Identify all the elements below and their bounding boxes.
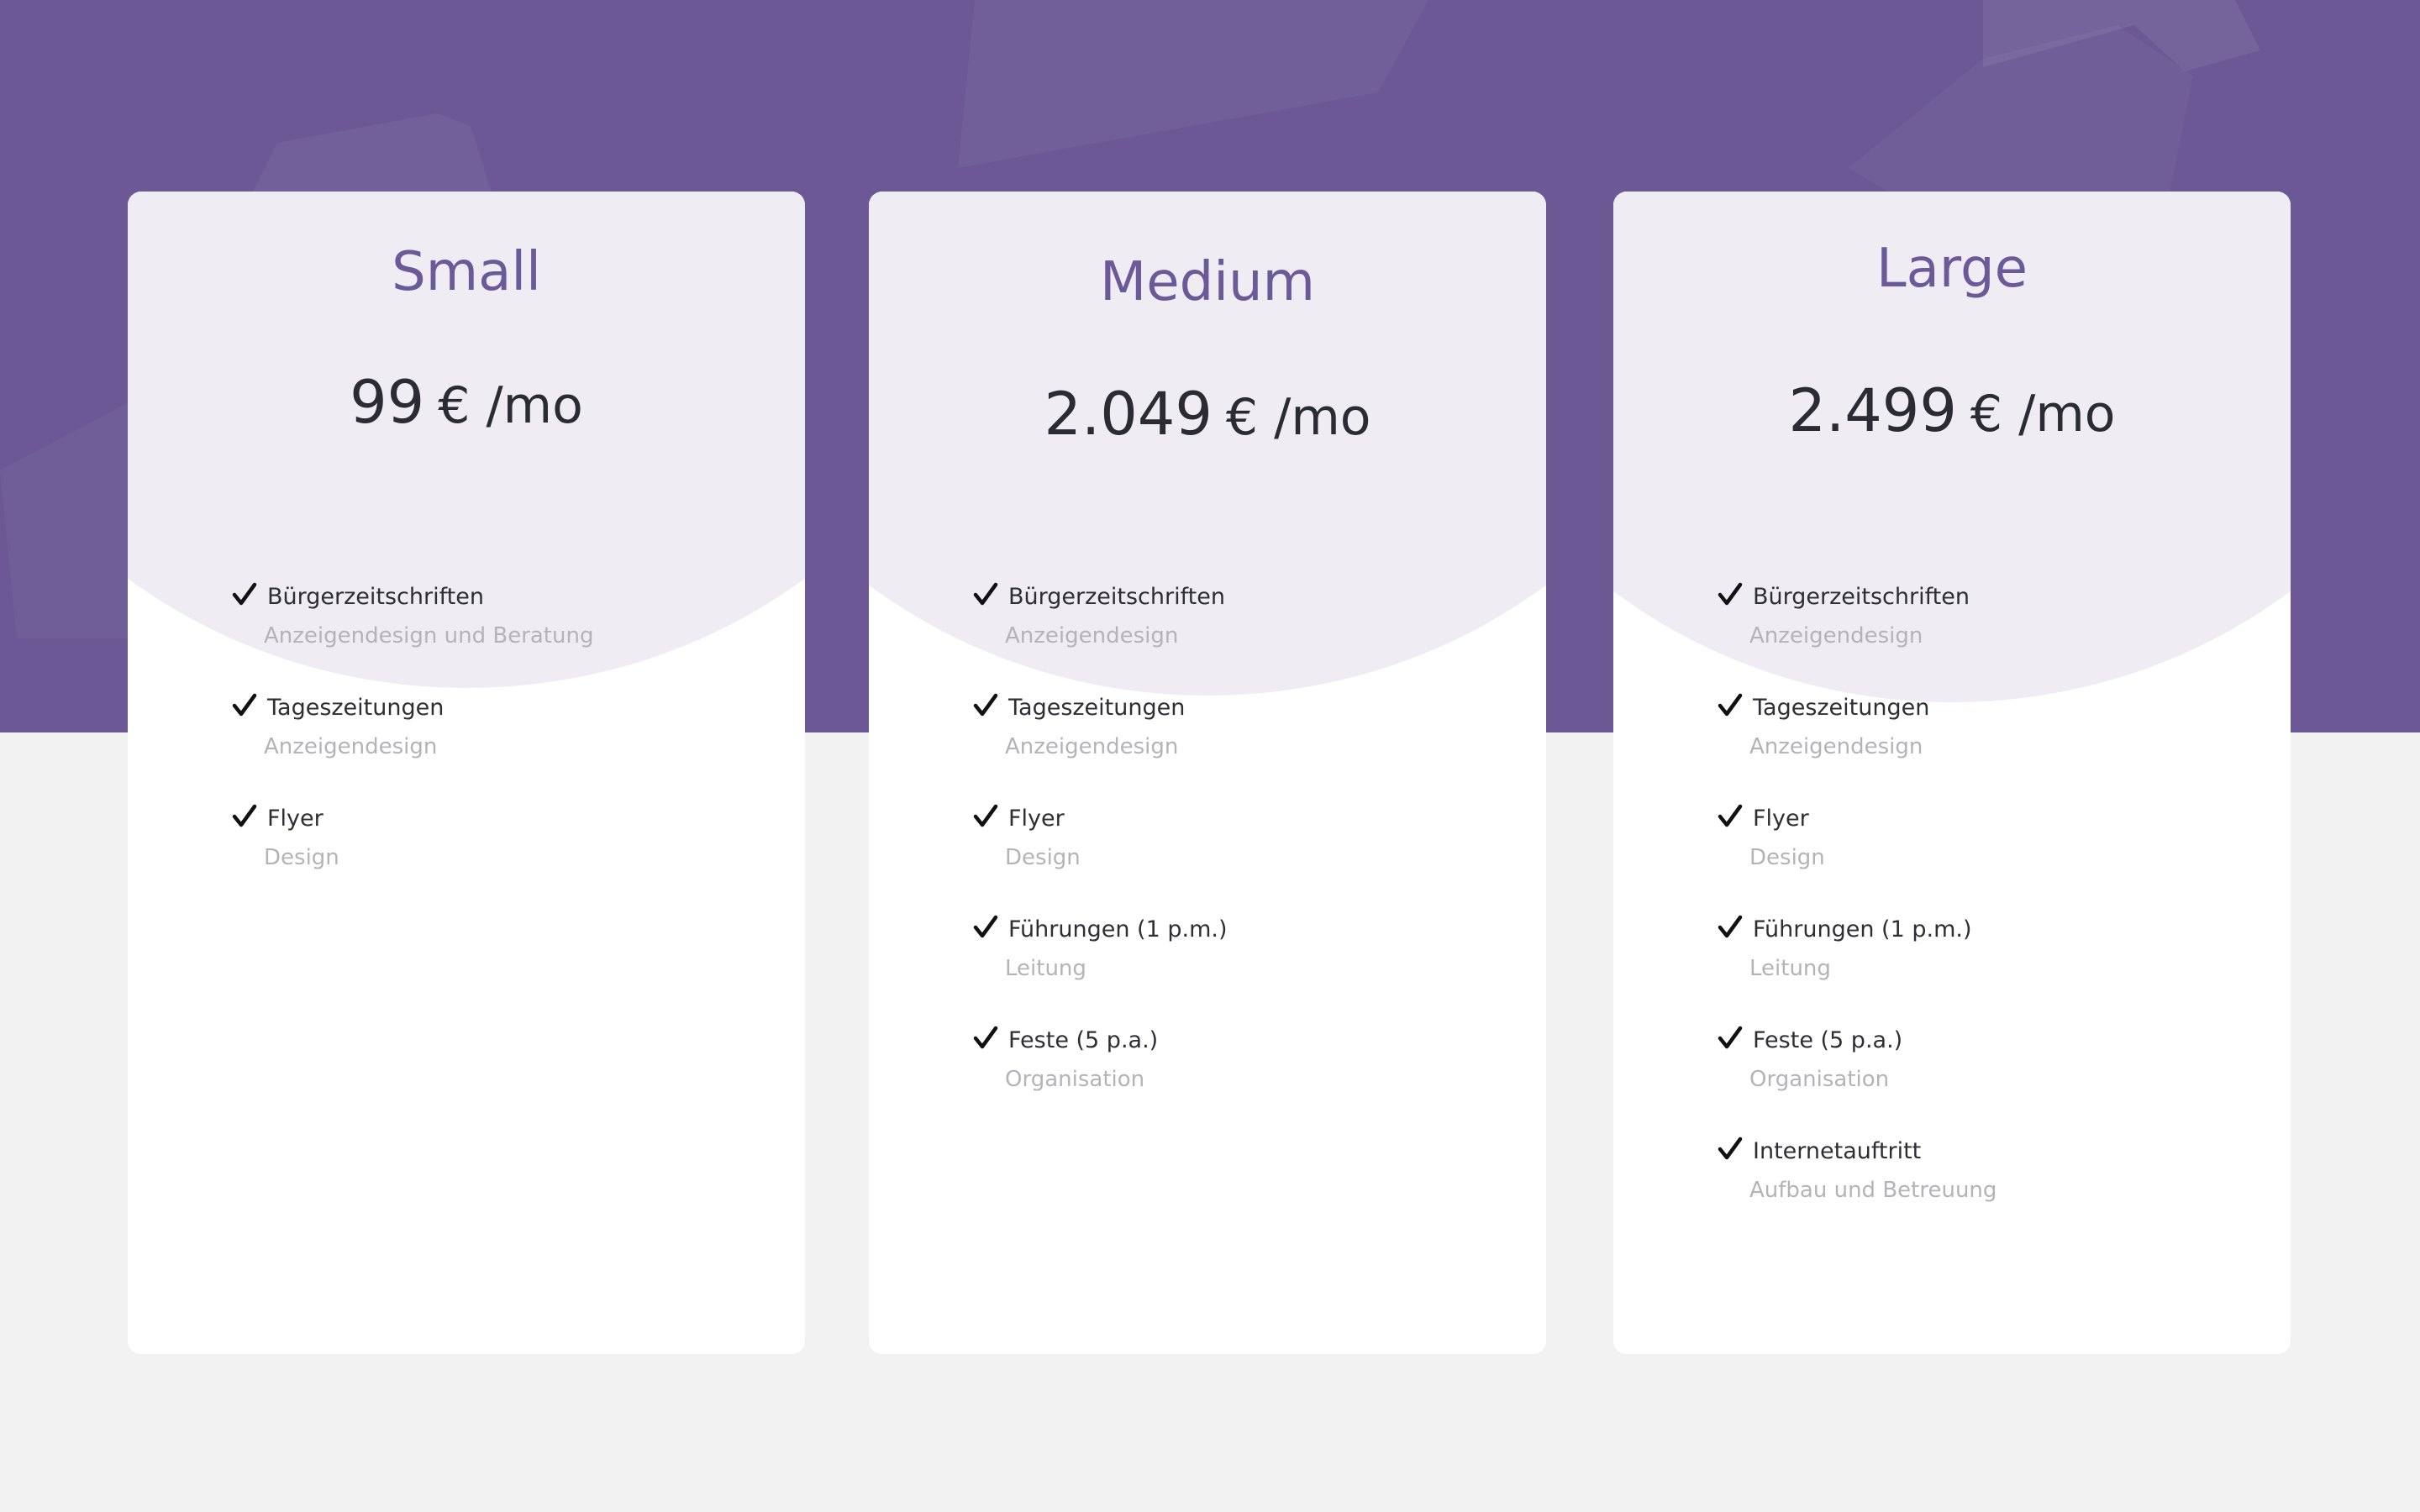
- feature-title: Feste (5 p.a.): [1753, 1027, 1903, 1053]
- check-icon: [973, 1026, 998, 1049]
- check-icon: [1718, 693, 1743, 717]
- price-amount: 2.049: [1044, 380, 1213, 449]
- price-unit: € /mo: [1970, 385, 2116, 444]
- feature-title: Tageszeitungen: [1753, 695, 1930, 721]
- plan-price: 2.499 € /mo: [1613, 381, 2291, 440]
- feature-title: Feste (5 p.a.): [1008, 1027, 1159, 1053]
- plan-name: Large: [1876, 238, 2028, 300]
- check-icon: [232, 582, 257, 606]
- feature-title: Flyer: [1753, 806, 1809, 832]
- feature-subtitle: Anzeigendesign: [1005, 623, 1179, 648]
- feature-subtitle: Leitung: [1005, 956, 1086, 981]
- feature-subtitle: Anzeigendesign: [1749, 734, 1923, 759]
- feature-title: Führungen (1 p.m.): [1753, 916, 1972, 942]
- pricing-card-medium: Medium 2.049 € /mo Bürgerzeitschriften An…: [869, 192, 1546, 1354]
- price-unit: € /mo: [438, 376, 583, 435]
- check-icon: [973, 693, 998, 717]
- pricing-card-small: Small 99 € /mo Bürgerzeitschriften Anzeig…: [128, 192, 805, 1354]
- feature-subtitle: Organisation: [1005, 1067, 1145, 1092]
- price-amount: 2.499: [1788, 376, 1957, 445]
- feature-title: Internetauftritt: [1753, 1138, 1922, 1164]
- plan-name: Medium: [1100, 251, 1315, 313]
- check-icon: [1718, 915, 1743, 938]
- feature-title: Bürgerzeitschriften: [267, 584, 484, 610]
- feature-title: Führungen (1 p.m.): [1008, 916, 1228, 942]
- pricing-cards: Small 99 € /mo Bürgerzeitschriften Anzeig…: [0, 0, 2420, 1512]
- check-icon: [1718, 804, 1743, 827]
- check-icon: [1718, 1137, 1743, 1160]
- feature-title: Flyer: [1008, 806, 1065, 832]
- feature-subtitle: Anzeigendesign: [264, 734, 438, 759]
- check-icon: [973, 582, 998, 606]
- price-unit: € /mo: [1225, 388, 1371, 447]
- plan-price: 99 € /mo: [128, 373, 805, 432]
- check-icon: [232, 804, 257, 827]
- feature-subtitle: Design: [264, 845, 339, 870]
- plan-price: 2.049 € /mo: [869, 385, 1546, 444]
- feature-subtitle: Aufbau und Betreuung: [1749, 1178, 1997, 1203]
- feature-title: Flyer: [267, 806, 324, 832]
- pricing-card-large: Large 2.499 € /mo Bürgerzeitschriften Anz…: [1613, 192, 2291, 1354]
- check-icon: [232, 693, 257, 717]
- check-icon: [973, 915, 998, 938]
- feature-title: Tageszeitungen: [1008, 695, 1186, 721]
- check-icon: [1718, 582, 1743, 606]
- feature-subtitle: Design: [1749, 845, 1825, 870]
- feature-title: Bürgerzeitschriften: [1753, 584, 1970, 610]
- price-amount: 99: [350, 368, 425, 437]
- feature-subtitle: Organisation: [1749, 1067, 1890, 1092]
- feature-subtitle: Design: [1005, 845, 1081, 870]
- plan-name: Small: [392, 241, 541, 303]
- feature-subtitle: Anzeigendesign und Beratung: [264, 623, 594, 648]
- feature-title: Bürgerzeitschriften: [1008, 584, 1225, 610]
- feature-subtitle: Leitung: [1749, 956, 1831, 981]
- feature-title: Tageszeitungen: [267, 695, 445, 721]
- check-icon: [973, 804, 998, 827]
- feature-subtitle: Anzeigendesign: [1749, 623, 1923, 648]
- feature-subtitle: Anzeigendesign: [1005, 734, 1179, 759]
- check-icon: [1718, 1026, 1743, 1049]
